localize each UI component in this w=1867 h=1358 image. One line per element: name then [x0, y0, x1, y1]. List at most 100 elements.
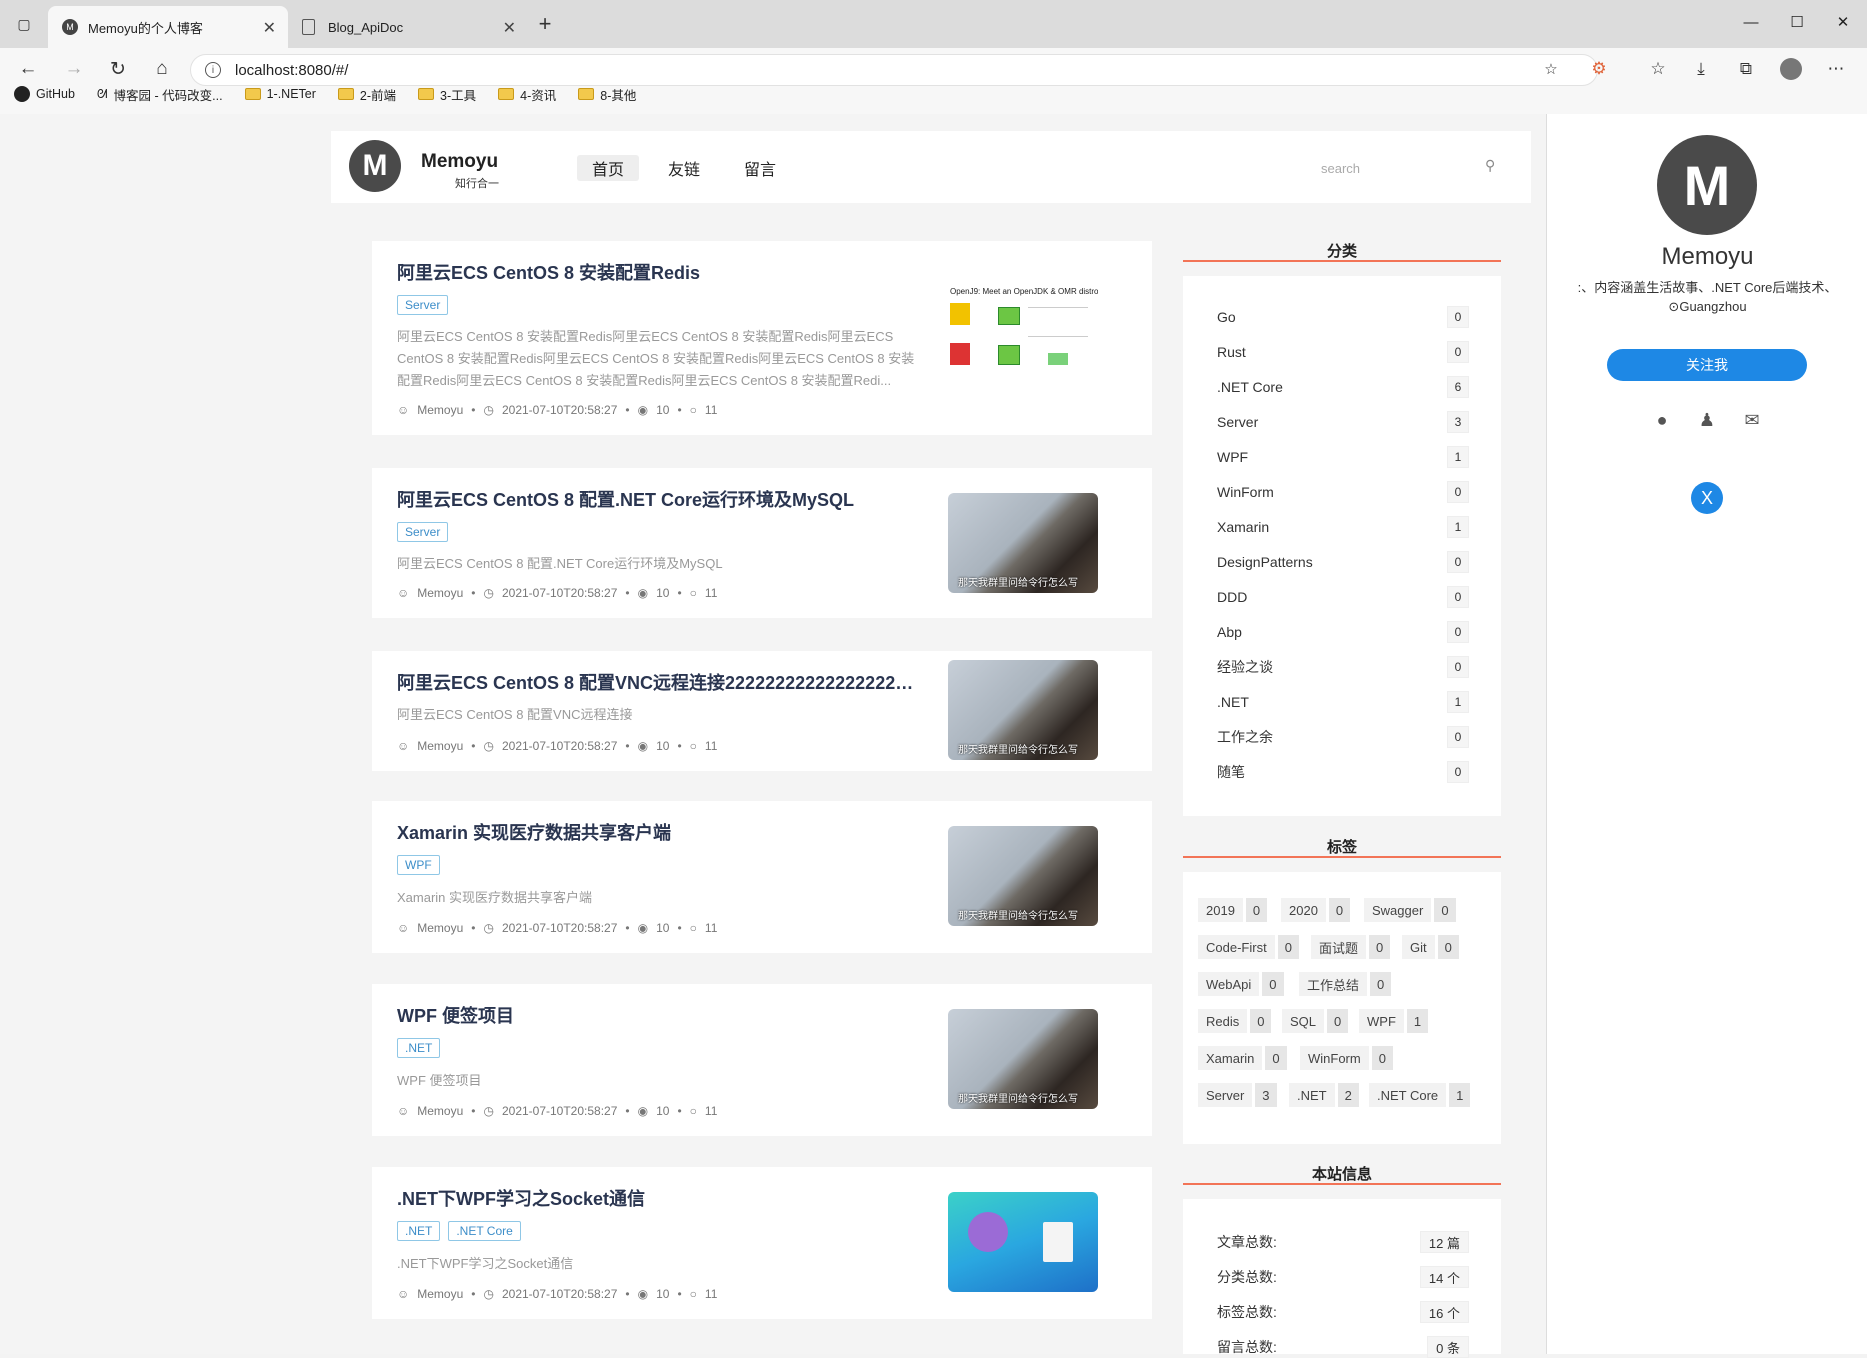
views-icon: ◉: [637, 921, 649, 935]
nav-home[interactable]: 首页: [577, 155, 639, 181]
favorites-icon[interactable]: ☆: [1641, 52, 1675, 86]
site-brand[interactable]: Memoyu: [421, 151, 498, 173]
category-item[interactable]: Xamarin 1: [1217, 516, 1469, 538]
category-item[interactable]: 随笔 0: [1217, 761, 1469, 783]
tag-chip[interactable]: Server 3: [1198, 1083, 1277, 1107]
tag-chip[interactable]: 2019 0: [1198, 898, 1268, 922]
search-icon[interactable]: ⚲: [1485, 157, 1495, 174]
tag-chip[interactable]: Code-First 0: [1198, 935, 1299, 959]
article-card[interactable]: .NET下WPF学习之Socket通信 .NET .NET Core .NET下…: [372, 1167, 1152, 1319]
close-drawer-button[interactable]: X: [1691, 482, 1723, 514]
collections-icon[interactable]: ⧉: [1729, 52, 1763, 86]
tag-chip[interactable]: WinForm 0: [1300, 1046, 1393, 1070]
tag-chip[interactable]: 面试题 0: [1311, 935, 1391, 959]
tag-chip[interactable]: .NET Core 1: [1369, 1083, 1471, 1107]
follow-button[interactable]: 关注我: [1607, 349, 1807, 381]
site-logo[interactable]: M: [349, 140, 401, 192]
article-tag[interactable]: Server: [397, 295, 449, 315]
category-item[interactable]: .NET 1: [1217, 691, 1469, 713]
article-title[interactable]: 阿里云ECS CentOS 8 安装配置Redis: [397, 259, 917, 285]
article-card[interactable]: WPF 便签项目 .NET WPF 便签项目 ☺ Memoyu • ◷ 2021-07…: [372, 984, 1152, 1136]
category-item[interactable]: Server 3: [1217, 411, 1469, 433]
article-thumbnail[interactable]: 那天我群里问给令行怎么写: [948, 493, 1098, 593]
tag-count: 0: [1371, 1046, 1393, 1070]
tag-chip[interactable]: .NET 2: [1289, 1083, 1359, 1107]
article-card[interactable]: 阿里云ECS CentOS 8 配置VNC远程连接222222222222222…: [372, 651, 1152, 771]
folder-icon: [578, 88, 595, 100]
category-item[interactable]: .NET Core 6: [1217, 376, 1469, 398]
article-tag[interactable]: .NET: [397, 1038, 441, 1058]
article-title[interactable]: .NET下WPF学习之Socket通信: [397, 1185, 917, 1211]
article-card[interactable]: 阿里云ECS CentOS 8 配置.NET Core运行环境及MySQL Se…: [372, 468, 1152, 618]
bookmark-news[interactable]: 4-资讯: [498, 85, 556, 104]
article-tag[interactable]: WPF: [397, 855, 440, 875]
close-tab-icon[interactable]: ✕: [263, 18, 276, 38]
tag-chip[interactable]: WebApi 0: [1198, 972, 1284, 996]
category-item[interactable]: Rust 0: [1217, 341, 1469, 363]
tag-chip[interactable]: 2020 0: [1281, 898, 1351, 922]
tag-chip[interactable]: Git 0: [1402, 935, 1459, 959]
article-thumbnail[interactable]: 那天我群里问给令行怎么写: [948, 1009, 1098, 1109]
add-favorite-icon[interactable]: ☆: [1534, 52, 1568, 86]
category-item[interactable]: WPF 1: [1217, 446, 1469, 468]
article-thumbnail[interactable]: 那天我群里问给令行怎么写: [948, 660, 1098, 760]
category-item[interactable]: DesignPatterns 0: [1217, 551, 1469, 573]
github-icon[interactable]: ●: [1650, 408, 1674, 432]
browser-tab-strip: ▢ M Memoyu的个人博客 ✕ Blog_ApiDoc ✕ + — ☐ ✕: [0, 0, 1867, 48]
article-title[interactable]: 阿里云ECS CentOS 8 配置.NET Core运行环境及MySQL: [397, 486, 917, 512]
category-item[interactable]: Go 0: [1217, 306, 1469, 328]
tag-name: Git: [1402, 935, 1435, 959]
tab-blog-apidoc[interactable]: Blog_ApiDoc ✕: [288, 6, 528, 48]
tag-chip[interactable]: 工作总结 0: [1299, 972, 1392, 996]
bookmark-github[interactable]: GitHub: [14, 86, 75, 102]
article-title[interactable]: 阿里云ECS CentOS 8 配置VNC远程连接222222222222222…: [397, 669, 917, 695]
minimize-icon[interactable]: —: [1729, 8, 1773, 36]
close-tab-icon[interactable]: ✕: [503, 18, 516, 38]
bookmark-other[interactable]: 8-其他: [578, 85, 636, 104]
tag-chip[interactable]: Redis 0: [1198, 1009, 1272, 1033]
download-icon[interactable]: ⤓: [1684, 52, 1718, 86]
article-card[interactable]: 阿里云ECS CentOS 8 安装配置Redis Server 阿里云ECS …: [372, 241, 1152, 435]
article-thumbnail[interactable]: [948, 1192, 1098, 1292]
category-item[interactable]: WinForm 0: [1217, 481, 1469, 503]
article-title[interactable]: Xamarin 实现医疗数据共享客户端: [397, 819, 917, 845]
bookmark-cnblogs[interactable]: ᘛ 博客园 - 代码改变...: [97, 85, 223, 104]
bookmark-neter[interactable]: 1-.NETer: [244, 87, 316, 101]
site-info-icon[interactable]: i: [205, 62, 221, 78]
qq-icon[interactable]: ♟: [1695, 408, 1719, 432]
extension-icon[interactable]: ⚙: [1582, 52, 1616, 86]
info-value: 16 个: [1419, 1301, 1469, 1323]
article-card[interactable]: Xamarin 实现医疗数据共享客户端 WPF Xamarin 实现医疗数据共享…: [372, 801, 1152, 953]
article-thumbnail[interactable]: OpenJ9: Meet an OpenJDK & OMR distro: [948, 285, 1098, 385]
maximize-icon[interactable]: ☐: [1775, 8, 1819, 36]
more-menu-icon[interactable]: ⋯: [1819, 52, 1853, 86]
article-tag[interactable]: Server: [397, 522, 449, 542]
mail-icon[interactable]: ✉: [1740, 408, 1764, 432]
profile-avatar-icon[interactable]: [1774, 52, 1808, 86]
article-thumbnail[interactable]: 那天我群里问给令行怎么写: [948, 826, 1098, 926]
tag-chip[interactable]: SQL 0: [1282, 1009, 1349, 1033]
tag-chip[interactable]: Xamarin 0: [1198, 1046, 1287, 1070]
category-item[interactable]: DDD 0: [1217, 586, 1469, 608]
tag-name: 2020: [1281, 898, 1326, 922]
article-tag[interactable]: .NET Core: [448, 1221, 521, 1241]
comment-icon: ○: [689, 1287, 697, 1301]
new-tab-icon[interactable]: +: [531, 10, 559, 38]
article-comments: 11: [704, 1287, 718, 1301]
article-title[interactable]: WPF 便签项目: [397, 1002, 917, 1028]
bookmark-frontend[interactable]: 2-前端: [337, 85, 396, 104]
tag-name: 工作总结: [1299, 972, 1368, 996]
category-item[interactable]: 经验之谈 0: [1217, 656, 1469, 678]
category-item[interactable]: Abp 0: [1217, 621, 1469, 643]
article-tag[interactable]: .NET: [397, 1221, 441, 1241]
bookmark-tools[interactable]: 3-工具: [418, 85, 476, 104]
tab-memoyu-blog[interactable]: M Memoyu的个人博客 ✕: [48, 6, 288, 48]
tag-chip[interactable]: WPF 1: [1359, 1009, 1429, 1033]
nav-messages[interactable]: 留言: [729, 155, 791, 181]
close-window-icon[interactable]: ✕: [1821, 8, 1865, 36]
category-item[interactable]: 工作之余 0: [1217, 726, 1469, 748]
nav-links[interactable]: 友链: [653, 155, 715, 181]
tag-chip[interactable]: Swagger 0: [1364, 898, 1456, 922]
tag-count: 0: [1265, 1046, 1287, 1070]
tab-actions-icon[interactable]: ▢: [10, 10, 38, 38]
